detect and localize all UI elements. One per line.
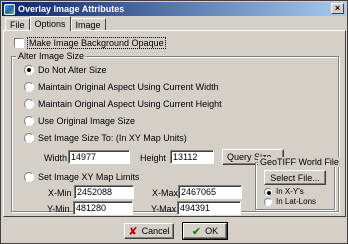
radio-circle[interactable] bbox=[24, 133, 34, 143]
select-file-button[interactable]: Select File... bbox=[264, 170, 326, 185]
radio-aspect-height[interactable]: Maintain Original Aspect Using Current H… bbox=[24, 99, 222, 109]
radio-circle[interactable] bbox=[24, 116, 34, 126]
xmax-input[interactable]: 2467065 bbox=[178, 185, 242, 199]
ymin-input[interactable]: 481280 bbox=[73, 201, 133, 215]
cancel-x-icon: ✘ bbox=[128, 225, 138, 238]
ymax-input[interactable]: 494391 bbox=[177, 201, 241, 215]
xmin-input[interactable]: 2452088 bbox=[74, 185, 134, 199]
tab-options[interactable]: Options bbox=[29, 16, 71, 31]
width-input[interactable]: 14977 bbox=[68, 150, 130, 164]
radio-circle[interactable] bbox=[24, 65, 34, 75]
alter-image-size-title: Alter Image Size bbox=[16, 51, 87, 61]
xmax-label: X-Max bbox=[152, 188, 179, 198]
ymax-label: Y-Max bbox=[151, 204, 177, 214]
radio-label: Set Image Size To: (In XY Map Units) bbox=[38, 133, 187, 143]
geotiff-title: GeoTIFF World File bbox=[258, 157, 341, 167]
width-label: Width bbox=[44, 153, 68, 163]
ok-check-icon: ✔ bbox=[191, 225, 202, 238]
radio-set-size[interactable]: Set Image Size To: (In XY Map Units) bbox=[24, 133, 187, 143]
radio-circle[interactable] bbox=[24, 82, 34, 92]
close-button[interactable]: × bbox=[331, 3, 344, 14]
radio-label: Set Image XY Map Limits bbox=[38, 172, 140, 182]
ymin-label: Y-Min bbox=[47, 204, 70, 214]
ok-label: OK bbox=[205, 226, 219, 236]
app-icon bbox=[4, 3, 15, 15]
radio-do-not-alter[interactable]: Do Not Alter Size bbox=[24, 65, 107, 75]
ok-button[interactable]: ✔ OK bbox=[182, 222, 228, 240]
dialog-window: Overlay Image Attributes × File Options … bbox=[0, 0, 348, 244]
radio-original-size[interactable]: Use Original Image Size bbox=[24, 116, 135, 126]
opaque-background-label: Make Image Background Opaque bbox=[27, 37, 166, 49]
radio-label: Maintain Original Aspect Using Current W… bbox=[38, 82, 219, 92]
cancel-button[interactable]: ✘ Cancel bbox=[124, 223, 174, 239]
radio-circle[interactable] bbox=[24, 172, 34, 182]
radio-circle[interactable] bbox=[264, 197, 272, 206]
radio-aspect-width[interactable]: Maintain Original Aspect Using Current W… bbox=[24, 82, 219, 92]
geotiff-world-file-group: GeoTIFF World File Select File... In X-Y… bbox=[255, 157, 341, 210]
title-bar[interactable]: Overlay Image Attributes × bbox=[2, 2, 346, 16]
radio-label: In X-Y's bbox=[276, 187, 304, 196]
checkbox-box[interactable] bbox=[14, 38, 24, 48]
cancel-label: Cancel bbox=[141, 226, 170, 236]
opaque-background-checkbox[interactable]: Make Image Background Opaque bbox=[14, 37, 166, 49]
options-panel: Make Image Background Opaque Alter Image… bbox=[3, 30, 346, 217]
radio-circle[interactable] bbox=[24, 99, 34, 109]
radio-in-latlons[interactable]: In Lat-Lons bbox=[264, 197, 316, 206]
height-input[interactable]: 13112 bbox=[170, 150, 214, 164]
radio-in-xy[interactable]: In X-Y's bbox=[264, 187, 304, 196]
radio-set-xy-limits[interactable]: Set Image XY Map Limits bbox=[24, 172, 139, 182]
tab-strip: File Options Image bbox=[5, 16, 106, 31]
radio-label: In Lat-Lons bbox=[276, 197, 317, 206]
radio-label: Maintain Original Aspect Using Current H… bbox=[38, 99, 222, 109]
height-label: Height bbox=[140, 153, 167, 163]
xmin-label: X-Min bbox=[48, 188, 72, 198]
radio-label: Do Not Alter Size bbox=[38, 65, 107, 75]
radio-circle[interactable] bbox=[264, 187, 272, 196]
radio-label: Use Original Image Size bbox=[38, 116, 136, 126]
window-title: Overlay Image Attributes bbox=[18, 4, 125, 14]
